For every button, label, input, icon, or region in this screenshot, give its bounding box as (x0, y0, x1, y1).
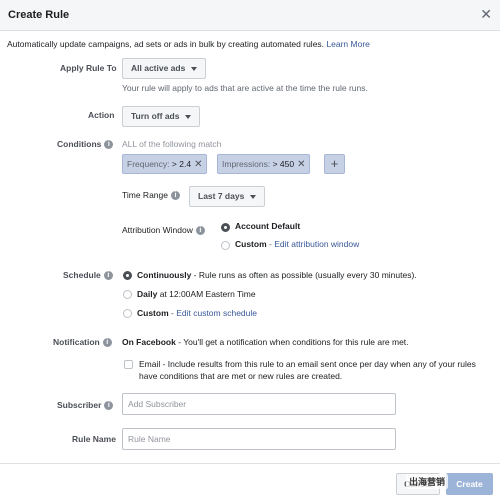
add-condition-button[interactable]: + (324, 154, 345, 174)
schedule-continuously-label: Continuously (137, 270, 192, 280)
intro-text: Automatically update campaigns, ad sets … (7, 39, 370, 49)
condition-metric: Frequency: (127, 159, 170, 169)
caret-down-icon (250, 194, 257, 199)
attribution-label-text: Attribution Window (122, 225, 193, 235)
intro-description: Automatically update campaigns, ad sets … (7, 39, 327, 49)
close-icon[interactable]: ✕ (480, 6, 492, 23)
rule-name-label: Rule Name (72, 434, 116, 444)
action-label: Action (88, 110, 115, 120)
schedule-label: Schedule i (63, 270, 113, 281)
attribution-label: Attribution Window i (122, 225, 205, 236)
info-icon[interactable]: i (104, 401, 114, 411)
info-icon[interactable]: i (103, 271, 113, 281)
email-checkbox[interactable] (124, 360, 133, 369)
conditions-label: Conditions i (57, 139, 114, 150)
learn-more-link[interactable]: Learn More (326, 39, 369, 49)
notification-label: Notification i (53, 337, 112, 348)
info-icon[interactable]: i (102, 338, 112, 348)
condition-value: 450 (279, 159, 295, 169)
watermark-label: 出海营销 (406, 474, 449, 489)
attribution-default-radio[interactable] (221, 223, 230, 232)
attribution-custom-label: Custom (235, 239, 267, 249)
rule-name-input[interactable] (122, 428, 396, 450)
condition-operator: > (171, 159, 177, 169)
schedule-custom-option: Custom - Edit custom schedule (137, 308, 257, 318)
schedule-custom-radio[interactable] (123, 309, 132, 318)
info-icon[interactable]: i (170, 191, 180, 201)
edit-custom-schedule-link[interactable]: Edit custom schedule (176, 308, 257, 318)
apply-rule-label: Apply Rule To (60, 63, 117, 73)
info-icon[interactable]: i (104, 140, 114, 150)
time-range-label-text: Time Range (122, 190, 168, 200)
attribution-default-option: Account Default (235, 221, 300, 231)
schedule-label-text: Schedule (63, 270, 101, 280)
dialog-title: Create Rule (8, 9, 70, 21)
attribution-custom-radio[interactable] (221, 241, 230, 250)
apply-rule-value: All active ads (131, 63, 186, 73)
notification-facebook-label: On Facebook (122, 337, 176, 347)
schedule-daily-detail: at 12:00AM Eastern Time (157, 289, 256, 299)
email-notification-line1: Email - Include results from this rule t… (139, 359, 476, 369)
action-value: Turn off ads (131, 111, 180, 121)
subscriber-label: Subscriber i (57, 400, 114, 411)
time-range-dropdown[interactable]: Last 7 days (189, 186, 266, 207)
apply-rule-helper: Your rule will apply to ads that are act… (122, 83, 368, 93)
attribution-custom-option: Custom - Edit attribution window (235, 239, 359, 249)
create-button[interactable]: Create (446, 473, 493, 495)
footer-divider (0, 463, 500, 464)
edit-attribution-link[interactable]: Edit attribution window (274, 239, 359, 249)
conditions-match-text: ALL of the following match (122, 139, 222, 149)
condition-operator: > (272, 159, 278, 169)
time-range-value: Last 7 days (198, 191, 245, 201)
condition-chip-impressions[interactable]: Impressions: > 450 ✕ (217, 154, 311, 174)
notification-facebook-detail: - You'll get a notification when conditi… (175, 337, 409, 347)
condition-chip-frequency[interactable]: Frequency: > 2.4 ✕ (122, 154, 208, 174)
schedule-custom-label: Custom (137, 308, 169, 318)
apply-rule-dropdown[interactable]: All active ads (122, 58, 207, 79)
schedule-daily-radio[interactable] (123, 290, 132, 299)
subscriber-label-text: Subscriber (57, 400, 102, 410)
time-range-label: Time Range i (122, 190, 180, 201)
conditions-label-text: Conditions (57, 139, 102, 149)
schedule-continuously-detail: - Rule runs as often as possible (usuall… (191, 270, 417, 280)
action-dropdown[interactable]: Turn off ads (122, 106, 201, 127)
condition-metric: Impressions: (222, 159, 271, 169)
email-notification-line2: have conditions that are met or new rule… (139, 371, 343, 381)
attribution-default-label: Account Default (235, 221, 301, 231)
remove-condition-icon[interactable]: ✕ (297, 159, 305, 170)
subscriber-input[interactable] (122, 393, 396, 415)
schedule-daily-label: Daily (137, 289, 158, 299)
condition-value: 2.4 (179, 159, 192, 169)
remove-condition-icon[interactable]: ✕ (194, 159, 202, 170)
notification-label-text: Notification (53, 337, 100, 347)
notification-facebook: On Facebook - You'll get a notification … (122, 337, 409, 347)
dialog-header: Create Rule ✕ (0, 0, 500, 31)
schedule-continuously-option: Continuously - Rule runs as often as pos… (137, 270, 417, 280)
schedule-continuously-radio[interactable] (123, 271, 132, 280)
caret-down-icon (191, 66, 198, 71)
caret-down-icon (185, 114, 192, 119)
schedule-daily-option: Daily at 12:00AM Eastern Time (137, 289, 256, 299)
info-icon[interactable]: i (195, 226, 205, 236)
